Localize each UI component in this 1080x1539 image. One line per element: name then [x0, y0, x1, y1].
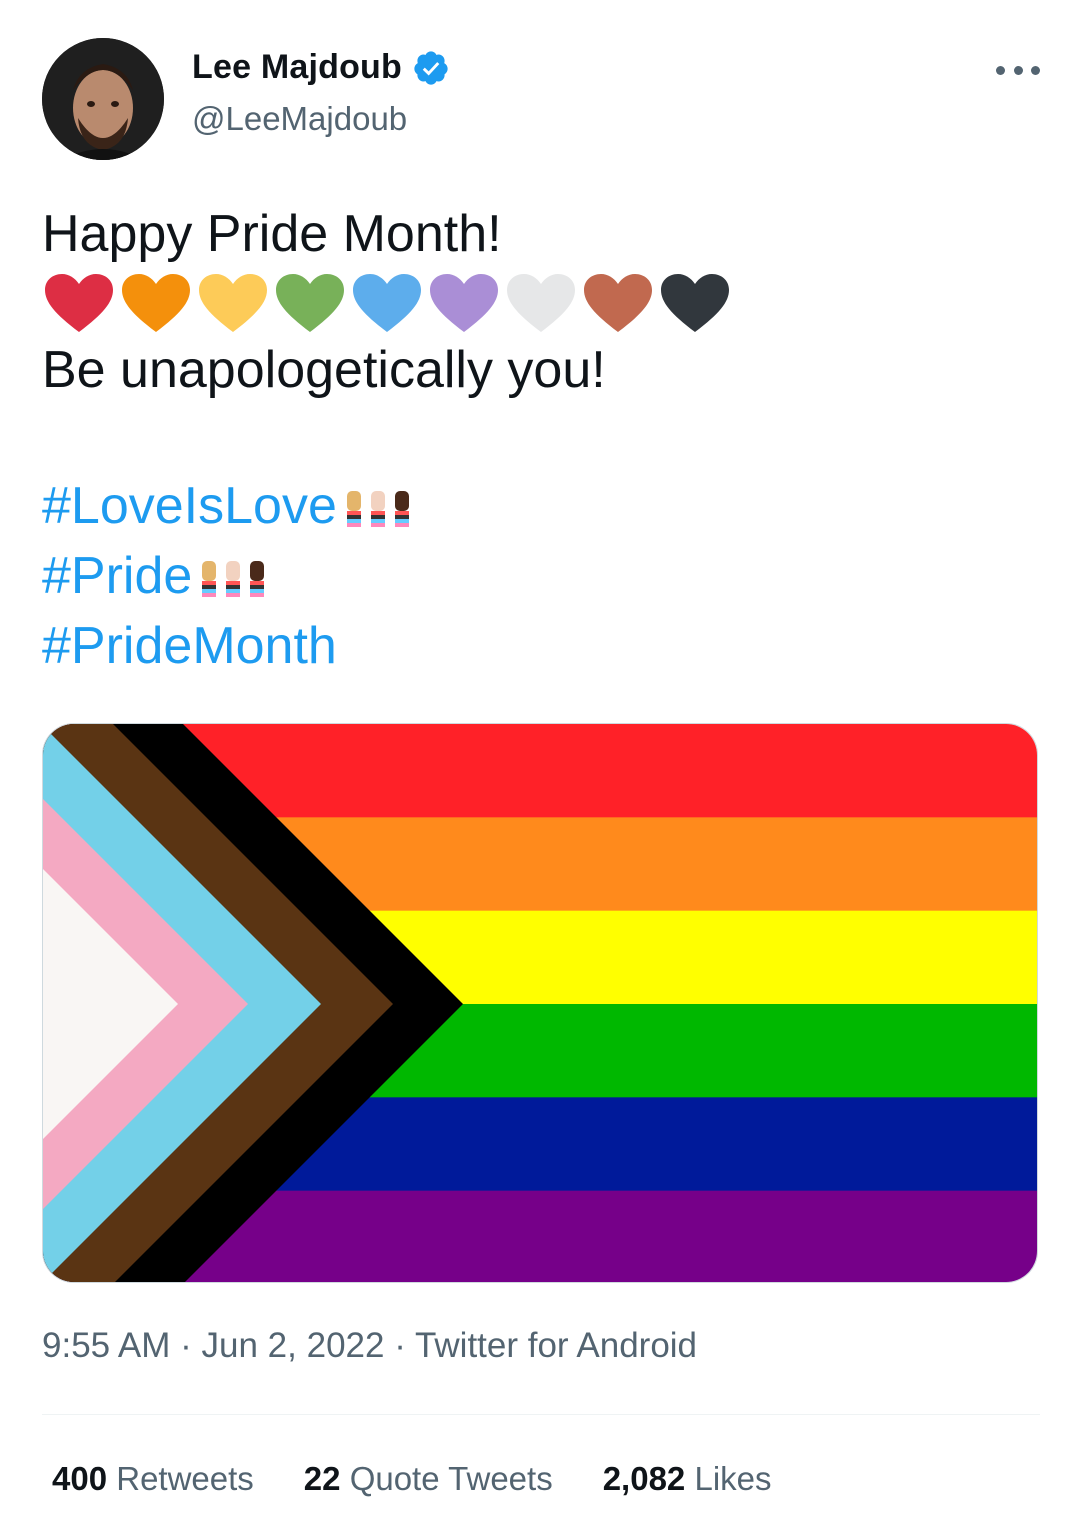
heart-emoji-icon	[430, 274, 498, 332]
heart-emoji-icon	[661, 274, 729, 332]
tweet-time[interactable]: 9:55 AM	[42, 1326, 170, 1365]
avatar[interactable]	[42, 38, 164, 160]
tweet-stats: 400 Retweets 22 Quote Tweets 2,082 Likes	[52, 1460, 822, 1498]
tweet-image-progress-pride-flag[interactable]	[42, 723, 1038, 1283]
heart-emoji-icon	[45, 274, 113, 332]
more-options-icon[interactable]	[996, 58, 1040, 82]
heart-emoji-icon	[353, 274, 421, 332]
quote-tweets-stat[interactable]: 22 Quote Tweets	[304, 1460, 553, 1498]
author-handle[interactable]: @LeeMajdoub	[192, 100, 407, 138]
likes-stat[interactable]: 2,082 Likes	[603, 1460, 772, 1498]
hashtag-loveislove[interactable]: #LoveIsLove	[42, 477, 337, 535]
heart-emoji-icon	[584, 274, 652, 332]
author-name[interactable]: Lee Majdoub	[192, 48, 402, 87]
hearts-emoji-row	[42, 270, 735, 338]
pride-flag-graphic	[43, 724, 1037, 1282]
divider	[42, 1414, 1040, 1415]
retweets-stat[interactable]: 400 Retweets	[52, 1460, 254, 1498]
tweet-source[interactable]: Twitter for Android	[415, 1326, 697, 1365]
heart-emoji-icon	[122, 274, 190, 332]
hashtag-pride[interactable]: #Pride	[42, 547, 192, 605]
heart-emoji-icon	[507, 274, 575, 332]
hashtag-pridemonth[interactable]: #PrideMonth	[42, 617, 337, 675]
tweet-line-2: Be unapologetically you!	[42, 341, 606, 399]
avatar-image	[42, 38, 164, 160]
raised-hands-emoji-icon	[198, 557, 270, 601]
tweet-line-1: Happy Pride Month!	[42, 205, 502, 263]
verified-badge-icon	[414, 50, 448, 85]
heart-emoji-icon	[199, 274, 267, 332]
tweet-metadata: 9:55 AM · Jun 2, 2022 · Twitter for Andr…	[42, 1326, 698, 1365]
heart-emoji-icon	[276, 274, 344, 332]
tweet-date[interactable]: Jun 2, 2022	[202, 1326, 385, 1365]
raised-hands-emoji-icon	[343, 487, 415, 531]
